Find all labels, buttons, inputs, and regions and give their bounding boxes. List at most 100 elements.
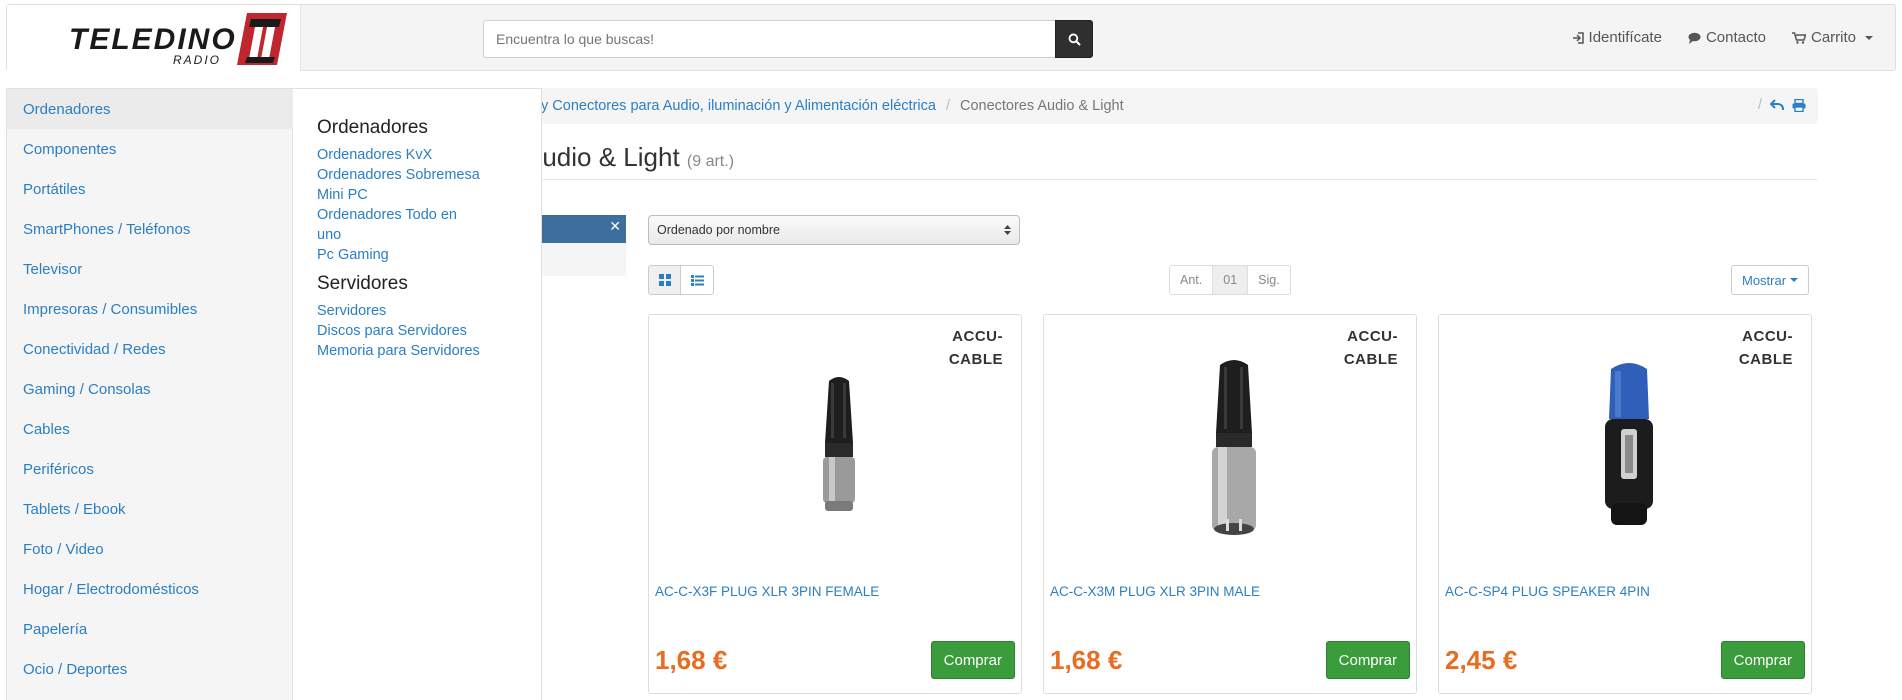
brand-label: ACCU- CABLE — [949, 325, 1003, 371]
back-icon[interactable] — [1770, 99, 1784, 111]
search-icon — [1068, 33, 1081, 46]
next-page-button[interactable]: Sig. — [1247, 265, 1291, 295]
product-image[interactable] — [1549, 343, 1709, 543]
menu-item-cables[interactable]: Cables — [7, 409, 293, 449]
menu-item-impresoras[interactable]: Impresoras / Consumibles — [7, 289, 293, 329]
brand-line: CABLE — [1738, 351, 1793, 368]
product-price: 2,45 € — [1445, 645, 1518, 675]
sort-select[interactable]: Ordenado por nombre — [648, 215, 1020, 245]
subcategory-link[interactable]: Mini PC — [317, 185, 517, 205]
subcategory-link[interactable]: Ordenadores Sobremesa — [317, 165, 517, 185]
show-label: Mostrar — [1742, 272, 1787, 288]
buy-button[interactable]: Comprar — [930, 641, 1015, 679]
logo-text: TELEDINO — [69, 23, 237, 56]
menu-item-componentes[interactable]: Componentes — [7, 129, 293, 169]
breadcrumb-actions: / — [1758, 97, 1806, 113]
site-header: TELEDINO RADIO Identifícate — [6, 4, 1896, 71]
grid-view-button[interactable] — [648, 265, 681, 295]
product-name[interactable]: AC-C-SP4 PLUG SPEAKER 4PIN — [1445, 584, 1650, 599]
subcategory-heading: Ordenadores — [317, 117, 428, 138]
subcategory-link[interactable]: Ordenadores Todo en uno — [317, 205, 477, 245]
menu-item-perifericos[interactable]: Periféricos — [7, 449, 293, 489]
category-list: Ordenadores Componentes Portátiles Smart… — [7, 89, 293, 700]
menu-item-conectividad[interactable]: Conectividad / Redes — [7, 329, 293, 369]
product-card[interactable]: ACCU- CABLE AC-C-SP4 PLUG SPEAKER 4PIN 2… — [1438, 314, 1812, 694]
contact-label: Contacto — [1705, 29, 1766, 46]
subcategory-group: Servidores Servidores Discos para Servid… — [317, 273, 517, 361]
subcategory-link[interactable]: Memoria para Servidores — [317, 341, 517, 361]
menu-item-gaming[interactable]: Gaming / Consolas — [7, 369, 293, 409]
divider — [525, 179, 1818, 180]
product-image[interactable] — [1154, 343, 1314, 543]
subcategory-panel: Ordenadores Ordenadores KvX Ordenadores … — [317, 117, 517, 369]
prev-page-button[interactable]: Ant. — [1169, 265, 1214, 295]
subcategory-group: Ordenadores Ordenadores KvX Ordenadores … — [317, 117, 517, 265]
close-icon[interactable]: ✕ — [609, 218, 621, 235]
product-name[interactable]: AC-C-X3F PLUG XLR 3PIN FEMALE — [655, 584, 879, 599]
brand-label: ACCU- CABLE — [1739, 325, 1793, 371]
item-count: (9 art.) — [686, 153, 735, 170]
list-view-button[interactable] — [681, 265, 714, 295]
page-title-text: Audio & Light — [525, 142, 680, 172]
search-button[interactable] — [1055, 20, 1093, 58]
menu-item-foto-video[interactable]: Foto / Video — [7, 529, 293, 569]
logo[interactable]: TELEDINO RADIO — [7, 5, 301, 71]
menu-item-hogar[interactable]: Hogar / Electrodomésticos — [7, 569, 293, 609]
search-bar — [483, 20, 1093, 58]
subcategory-link[interactable]: Servidores — [317, 301, 517, 321]
comment-icon — [1688, 32, 1701, 44]
cart-label: Carrito — [1810, 29, 1856, 46]
brand-line: ACCU- — [1742, 328, 1793, 345]
contact-link[interactable]: Contacto — [1688, 29, 1766, 46]
menu-item-smartphones[interactable]: SmartPhones / Teléfonos — [7, 209, 293, 249]
menu-item-ordenadores[interactable]: Ordenadores — [7, 89, 293, 129]
product-image[interactable] — [759, 343, 919, 543]
logo-mark-icon — [237, 13, 287, 65]
breadcrumb: y Conectores para Audio, iluminación y A… — [525, 88, 1818, 124]
grid-icon — [658, 274, 671, 286]
menu-item-papeleria[interactable]: Papelería — [7, 609, 293, 649]
breadcrumb-link[interactable]: y Conectores para Audio, iluminación y A… — [541, 98, 936, 114]
cart-icon — [1791, 31, 1806, 44]
category-mega-menu: Ordenadores Componentes Portátiles Smart… — [6, 88, 542, 700]
subcategory-link[interactable]: Ordenadores KvX — [317, 145, 517, 165]
cart-link[interactable]: Carrito — [1791, 29, 1873, 46]
menu-item-televisor[interactable]: Televisor — [7, 249, 293, 289]
show-dropdown[interactable]: Mostrar — [1731, 265, 1810, 295]
menu-item-portatiles[interactable]: Portátiles — [7, 169, 293, 209]
breadcrumb-separator: / — [1757, 97, 1762, 113]
search-input[interactable] — [483, 20, 1055, 58]
brand-label: ACCU- CABLE — [1344, 325, 1398, 371]
subcategory-heading: Servidores — [317, 273, 408, 294]
breadcrumb-separator: / — [945, 98, 950, 114]
print-icon[interactable] — [1792, 98, 1806, 112]
logo-subtext: RADIO — [173, 53, 222, 67]
current-page[interactable]: 01 — [1213, 265, 1248, 295]
breadcrumb-current: Conectores Audio & Light — [959, 98, 1124, 114]
brand-line: CABLE — [1343, 351, 1398, 368]
buy-button[interactable]: Comprar — [1325, 641, 1410, 679]
page-title: Audio & Light (9 art.) — [525, 142, 734, 173]
login-link[interactable]: Identifícate — [1572, 29, 1662, 46]
brand-line: ACCU- — [1347, 328, 1398, 345]
menu-item-ocio[interactable]: Ocio / Deportes — [7, 649, 293, 689]
menu-item-tablets[interactable]: Tablets / Ebook — [7, 489, 293, 529]
subcategory-link[interactable]: Discos para Servidores — [317, 321, 517, 341]
pagination: Ant. 01 Sig. — [1169, 265, 1291, 295]
subcategory-link[interactable]: Pc Gaming — [317, 245, 517, 265]
list-icon — [690, 274, 704, 286]
product-card[interactable]: ACCU- CABLE AC-C-X3F PLUG XLR 3PIN FEMAL… — [648, 314, 1022, 694]
product-card[interactable]: ACCU- CABLE AC-C-X3M PLUG XLR 3PIN MALE … — [1043, 314, 1417, 694]
product-name[interactable]: AC-C-X3M PLUG XLR 3PIN MALE — [1050, 584, 1260, 599]
sign-in-icon — [1572, 31, 1584, 44]
sort-value: Ordenado por nombre — [657, 223, 780, 237]
top-links: Identifícate Contacto Carrito — [1572, 29, 1873, 46]
view-toggle — [648, 265, 714, 295]
brand-line: CABLE — [948, 351, 1003, 368]
buy-button[interactable]: Comprar — [1720, 641, 1805, 679]
login-label: Identifícate — [1588, 29, 1662, 46]
brand-line: ACCU- — [952, 328, 1003, 345]
chevron-down-icon — [1790, 278, 1799, 282]
chevron-down-icon — [1865, 35, 1873, 40]
product-price: 1,68 € — [1050, 645, 1123, 675]
